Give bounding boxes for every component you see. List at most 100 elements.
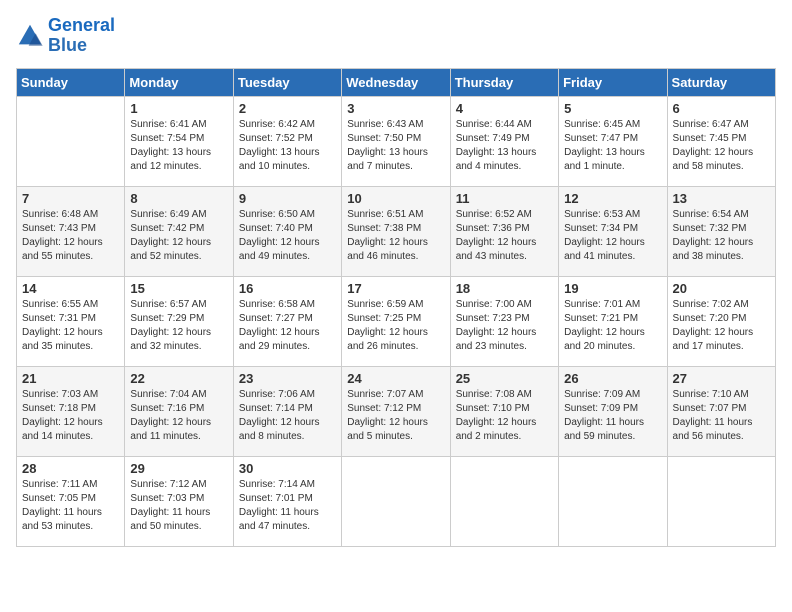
day-number: 23 bbox=[239, 371, 336, 386]
calendar-cell: 21 Sunrise: 7:03 AM Sunset: 7:18 PM Dayli… bbox=[17, 366, 125, 456]
calendar-cell: 27 Sunrise: 7:10 AM Sunset: 7:07 PM Dayli… bbox=[667, 366, 775, 456]
calendar-cell bbox=[450, 456, 558, 546]
day-number: 10 bbox=[347, 191, 444, 206]
day-number: 11 bbox=[456, 191, 553, 206]
calendar-cell bbox=[17, 96, 125, 186]
calendar-cell: 1Sunrise: 6:41 AM Sunset: 7:54 PM Daylig… bbox=[125, 96, 233, 186]
day-number: 7 bbox=[22, 191, 119, 206]
day-number: 4 bbox=[456, 101, 553, 116]
calendar-cell: 19Sunrise: 7:01 AM Sunset: 7:21 PM Dayli… bbox=[559, 276, 667, 366]
day-number: 26 bbox=[564, 371, 661, 386]
day-info: Sunrise: 6:48 AM Sunset: 7:43 PM Dayligh… bbox=[22, 208, 119, 264]
calendar-cell: 23Sunrise: 7:06 AM Sunset: 7:14 PM Dayli… bbox=[233, 366, 341, 456]
day-number: 27 bbox=[673, 371, 770, 386]
day-number: 29 bbox=[130, 461, 227, 476]
day-number: 9 bbox=[239, 191, 336, 206]
weekday-header-friday: Friday bbox=[559, 68, 667, 96]
page-header: General Blue bbox=[16, 16, 776, 56]
day-number: 22 bbox=[130, 371, 227, 386]
day-number: 16 bbox=[239, 281, 336, 296]
day-info: Sunrise: 7:00 AM Sunset: 7:23 PM Dayligh… bbox=[456, 298, 553, 354]
calendar-table: SundayMondayTuesdayWednesdayThursdayFrid… bbox=[16, 68, 776, 547]
calendar-cell: 10 Sunrise: 6:51 AM Sunset: 7:38 PM Dayli… bbox=[342, 186, 450, 276]
day-info: Sunrise: 6:55 AM Sunset: 7:31 PM Dayligh… bbox=[22, 298, 119, 354]
logo: General Blue bbox=[16, 16, 115, 56]
calendar-cell: 15 Sunrise: 6:57 AM Sunset: 7:29 PM Dayli… bbox=[125, 276, 233, 366]
week-row-5: 28 Sunrise: 7:11 AM Sunset: 7:05 PM Dayli… bbox=[17, 456, 776, 546]
day-number: 14 bbox=[22, 281, 119, 296]
calendar-cell: 6Sunrise: 6:47 AM Sunset: 7:45 PM Daylig… bbox=[667, 96, 775, 186]
calendar-cell: 30Sunrise: 7:14 AM Sunset: 7:01 PM Dayli… bbox=[233, 456, 341, 546]
day-info: Sunrise: 6:58 AM Sunset: 7:27 PM Dayligh… bbox=[239, 298, 336, 354]
logo-text: General Blue bbox=[48, 16, 115, 56]
day-number: 12 bbox=[564, 191, 661, 206]
day-number: 17 bbox=[347, 281, 444, 296]
calendar-cell bbox=[342, 456, 450, 546]
day-info: Sunrise: 6:45 AM Sunset: 7:47 PM Dayligh… bbox=[564, 118, 661, 174]
weekday-header-sunday: Sunday bbox=[17, 68, 125, 96]
day-number: 15 bbox=[130, 281, 227, 296]
week-row-2: 7 Sunrise: 6:48 AM Sunset: 7:43 PM Daylig… bbox=[17, 186, 776, 276]
day-number: 8 bbox=[130, 191, 227, 206]
day-info: Sunrise: 7:04 AM Sunset: 7:16 PM Dayligh… bbox=[130, 388, 227, 444]
calendar-cell: 3 Sunrise: 6:43 AM Sunset: 7:50 PM Daylig… bbox=[342, 96, 450, 186]
day-info: Sunrise: 6:59 AM Sunset: 7:25 PM Dayligh… bbox=[347, 298, 444, 354]
calendar-cell: 20Sunrise: 7:02 AM Sunset: 7:20 PM Dayli… bbox=[667, 276, 775, 366]
day-number: 19 bbox=[564, 281, 661, 296]
week-row-4: 21 Sunrise: 7:03 AM Sunset: 7:18 PM Dayli… bbox=[17, 366, 776, 456]
day-info: Sunrise: 6:41 AM Sunset: 7:54 PM Dayligh… bbox=[130, 118, 227, 174]
day-number: 24 bbox=[347, 371, 444, 386]
day-info: Sunrise: 6:53 AM Sunset: 7:34 PM Dayligh… bbox=[564, 208, 661, 264]
day-number: 2 bbox=[239, 101, 336, 116]
day-number: 28 bbox=[22, 461, 119, 476]
day-info: Sunrise: 6:51 AM Sunset: 7:38 PM Dayligh… bbox=[347, 208, 444, 264]
calendar-cell: 24 Sunrise: 7:07 AM Sunset: 7:12 PM Dayli… bbox=[342, 366, 450, 456]
day-info: Sunrise: 7:03 AM Sunset: 7:18 PM Dayligh… bbox=[22, 388, 119, 444]
calendar-cell: 5 Sunrise: 6:45 AM Sunset: 7:47 PM Daylig… bbox=[559, 96, 667, 186]
day-info: Sunrise: 7:10 AM Sunset: 7:07 PM Dayligh… bbox=[673, 388, 770, 444]
day-info: Sunrise: 7:14 AM Sunset: 7:01 PM Dayligh… bbox=[239, 478, 336, 534]
weekday-header-monday: Monday bbox=[125, 68, 233, 96]
day-info: Sunrise: 6:57 AM Sunset: 7:29 PM Dayligh… bbox=[130, 298, 227, 354]
weekday-header-tuesday: Tuesday bbox=[233, 68, 341, 96]
calendar-cell: 17 Sunrise: 6:59 AM Sunset: 7:25 PM Dayli… bbox=[342, 276, 450, 366]
day-number: 21 bbox=[22, 371, 119, 386]
weekday-header-saturday: Saturday bbox=[667, 68, 775, 96]
week-row-3: 14 Sunrise: 6:55 AM Sunset: 7:31 PM Dayli… bbox=[17, 276, 776, 366]
day-info: Sunrise: 7:12 AM Sunset: 7:03 PM Dayligh… bbox=[130, 478, 227, 534]
day-info: Sunrise: 7:11 AM Sunset: 7:05 PM Dayligh… bbox=[22, 478, 119, 534]
calendar-cell: 14 Sunrise: 6:55 AM Sunset: 7:31 PM Dayli… bbox=[17, 276, 125, 366]
calendar-cell: 13 Sunrise: 6:54 AM Sunset: 7:32 PM Dayli… bbox=[667, 186, 775, 276]
day-info: Sunrise: 6:44 AM Sunset: 7:49 PM Dayligh… bbox=[456, 118, 553, 174]
day-number: 3 bbox=[347, 101, 444, 116]
calendar-cell: 4 Sunrise: 6:44 AM Sunset: 7:49 PM Daylig… bbox=[450, 96, 558, 186]
day-info: Sunrise: 6:49 AM Sunset: 7:42 PM Dayligh… bbox=[130, 208, 227, 264]
day-number: 13 bbox=[673, 191, 770, 206]
day-info: Sunrise: 7:09 AM Sunset: 7:09 PM Dayligh… bbox=[564, 388, 661, 444]
day-info: Sunrise: 6:52 AM Sunset: 7:36 PM Dayligh… bbox=[456, 208, 553, 264]
calendar-cell: 22 Sunrise: 7:04 AM Sunset: 7:16 PM Dayli… bbox=[125, 366, 233, 456]
calendar-cell: 7 Sunrise: 6:48 AM Sunset: 7:43 PM Daylig… bbox=[17, 186, 125, 276]
calendar-cell: 11 Sunrise: 6:52 AM Sunset: 7:36 PM Dayli… bbox=[450, 186, 558, 276]
day-info: Sunrise: 7:02 AM Sunset: 7:20 PM Dayligh… bbox=[673, 298, 770, 354]
calendar-cell: 25 Sunrise: 7:08 AM Sunset: 7:10 PM Dayli… bbox=[450, 366, 558, 456]
day-info: Sunrise: 6:54 AM Sunset: 7:32 PM Dayligh… bbox=[673, 208, 770, 264]
calendar-cell: 26 Sunrise: 7:09 AM Sunset: 7:09 PM Dayli… bbox=[559, 366, 667, 456]
calendar-cell: 9 Sunrise: 6:50 AM Sunset: 7:40 PM Daylig… bbox=[233, 186, 341, 276]
weekday-header-row: SundayMondayTuesdayWednesdayThursdayFrid… bbox=[17, 68, 776, 96]
calendar-cell: 29 Sunrise: 7:12 AM Sunset: 7:03 PM Dayli… bbox=[125, 456, 233, 546]
calendar-cell: 8 Sunrise: 6:49 AM Sunset: 7:42 PM Daylig… bbox=[125, 186, 233, 276]
day-info: Sunrise: 7:07 AM Sunset: 7:12 PM Dayligh… bbox=[347, 388, 444, 444]
day-info: Sunrise: 6:43 AM Sunset: 7:50 PM Dayligh… bbox=[347, 118, 444, 174]
logo-icon bbox=[16, 22, 44, 50]
calendar-cell: 2Sunrise: 6:42 AM Sunset: 7:52 PM Daylig… bbox=[233, 96, 341, 186]
day-number: 25 bbox=[456, 371, 553, 386]
day-number: 5 bbox=[564, 101, 661, 116]
calendar-cell: 18Sunrise: 7:00 AM Sunset: 7:23 PM Dayli… bbox=[450, 276, 558, 366]
day-info: Sunrise: 6:47 AM Sunset: 7:45 PM Dayligh… bbox=[673, 118, 770, 174]
calendar-cell: 28 Sunrise: 7:11 AM Sunset: 7:05 PM Dayli… bbox=[17, 456, 125, 546]
calendar-cell: 12 Sunrise: 6:53 AM Sunset: 7:34 PM Dayli… bbox=[559, 186, 667, 276]
week-row-1: 1Sunrise: 6:41 AM Sunset: 7:54 PM Daylig… bbox=[17, 96, 776, 186]
day-info: Sunrise: 6:50 AM Sunset: 7:40 PM Dayligh… bbox=[239, 208, 336, 264]
day-info: Sunrise: 7:08 AM Sunset: 7:10 PM Dayligh… bbox=[456, 388, 553, 444]
